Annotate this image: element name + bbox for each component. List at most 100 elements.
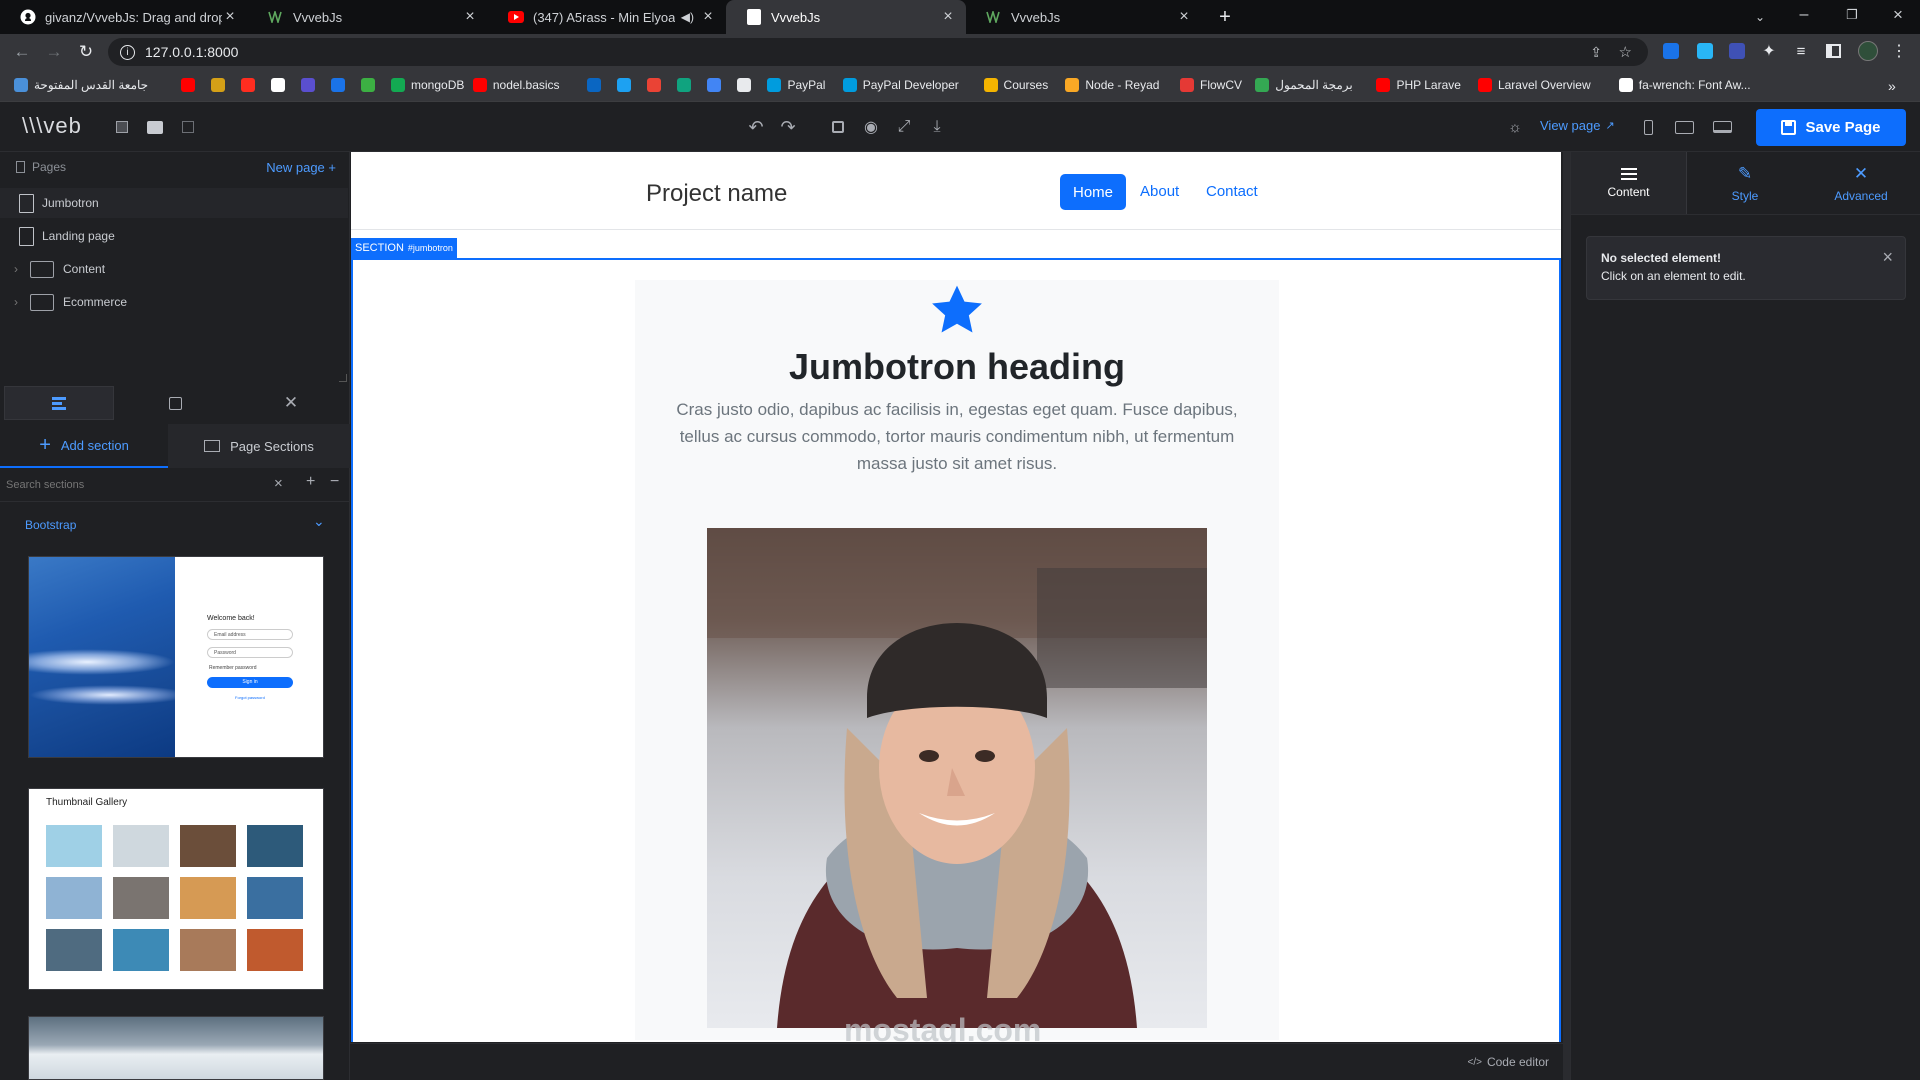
speaker-icon[interactable]: ◀) (681, 10, 694, 24)
side-panel-icon[interactable] (1822, 40, 1844, 62)
toggle-file-manager-icon[interactable] (145, 118, 165, 136)
close-tab-icon[interactable]: × (700, 8, 716, 26)
reading-list-icon[interactable]: ≡ (1790, 40, 1812, 62)
chevron-right-icon[interactable]: › (14, 295, 18, 309)
site-brand[interactable]: Project name (646, 180, 787, 208)
page-item[interactable]: Jumbotron (0, 188, 348, 218)
designer-mode-icon[interactable] (826, 115, 850, 139)
close-tab-icon[interactable]: × (462, 8, 478, 26)
jumbotron-lead[interactable]: Cras justo odio, dapibus ac facilisis in… (655, 396, 1259, 477)
close-tab-icon[interactable]: × (940, 8, 956, 26)
download-icon[interactable]: ⤓ (925, 115, 949, 139)
theme-sun-icon[interactable]: ☼ (1503, 115, 1527, 139)
share-icon[interactable]: ⇪ (1590, 44, 1602, 61)
nav-contact-link[interactable]: Contact (1206, 183, 1258, 200)
page-item[interactable]: › Content (0, 254, 348, 284)
tools-tab[interactable]: ✕ (236, 386, 346, 420)
undo-icon[interactable]: ↶ (744, 115, 768, 139)
bookmark-item[interactable] (737, 78, 757, 92)
resize-handle[interactable] (339, 374, 347, 382)
forward-icon[interactable]: → (42, 40, 66, 64)
bookmark-item[interactable]: nodel.basics (472, 78, 560, 92)
close-tab-icon[interactable]: × (222, 8, 238, 26)
info-icon[interactable]: i (120, 44, 135, 60)
bookmark-item[interactable]: برمجة المحمول (1255, 78, 1353, 92)
bookmark-item[interactable]: Laravel Overview (1477, 78, 1591, 92)
save-page-button[interactable]: Save Page (1756, 109, 1906, 146)
new-tab-icon[interactable]: + (1212, 6, 1238, 28)
nav-about-link[interactable]: About (1140, 183, 1179, 200)
thumbnail-gallery-thumbnail[interactable]: Thumbnail Gallery (28, 788, 324, 990)
browser-tab[interactable]: VvvebJs × (966, 0, 1202, 34)
jumbotron-heading[interactable]: Jumbotron heading (635, 346, 1279, 388)
bookmark-item[interactable]: PHP Larave (1376, 78, 1461, 92)
bookmark-item[interactable] (331, 78, 351, 92)
star-icon[interactable] (928, 282, 986, 340)
page-sections-tab[interactable]: Page Sections (168, 424, 350, 468)
menu-icon[interactable]: ⋮ (1888, 40, 1910, 62)
bookmark-item[interactable]: PayPal (767, 78, 825, 92)
search-sections-input[interactable] (6, 476, 266, 494)
desktop-view-icon[interactable] (1708, 115, 1736, 139)
add-section-tab[interactable]: + Add section (0, 424, 168, 468)
puzzle-icon[interactable]: ✦ (1758, 40, 1780, 62)
new-page-button[interactable]: New page + (266, 160, 336, 175)
close-window-icon[interactable]: × (1886, 4, 1910, 26)
bookmark-item[interactable]: جامعة القدس المفتوحة (14, 78, 148, 92)
bookmark-item[interactable] (647, 78, 667, 92)
browser-tab[interactable]: (347) A5rass - Min Elyoam (C ◀) × (488, 0, 726, 34)
canvas-scrollbar[interactable] (1563, 152, 1570, 1080)
bookmark-item[interactable]: Node - Reyad (1065, 78, 1159, 92)
url-field[interactable]: i 127.0.0.1:8000 ⇪ ☆ (108, 38, 1648, 66)
toggle-right-panel-icon[interactable] (178, 118, 198, 136)
tab-search-icon[interactable]: ⌄ (1748, 6, 1772, 28)
browser-tab[interactable]: givanz/VvvebJs: Drag and drop w × (0, 0, 248, 34)
minimize-icon[interactable]: – (1792, 4, 1816, 26)
bookmark-item[interactable]: fa-wrench: Font Aw... (1618, 78, 1751, 92)
page-iframe[interactable]: Project name Home About Contact SECTION … (351, 152, 1561, 1042)
bookmark-item[interactable] (587, 78, 607, 92)
bookmark-item[interactable] (677, 78, 697, 92)
tab-advanced[interactable]: ✕ Advanced (1803, 152, 1919, 214)
bookmark-item[interactable] (211, 78, 231, 92)
bookmark-item[interactable] (241, 78, 261, 92)
components-tab[interactable] (120, 386, 230, 420)
chevron-right-icon[interactable]: › (14, 262, 18, 276)
close-tab-icon[interactable]: × (1176, 8, 1192, 26)
bookmark-item[interactable] (181, 78, 201, 92)
tablet-view-icon[interactable] (1670, 115, 1698, 139)
jumbotron-photo[interactable] (707, 528, 1207, 1028)
tab-content[interactable]: Content (1571, 152, 1687, 214)
toggle-left-panel-icon[interactable] (112, 118, 132, 136)
collapse-all-icon[interactable]: − (330, 473, 339, 491)
bookmark-item[interactable]: Courses (983, 78, 1048, 92)
restore-icon[interactable]: ❐ (1840, 4, 1864, 26)
more-bookmarks-icon[interactable]: » (1888, 78, 1896, 94)
extension-icon[interactable] (1694, 40, 1716, 62)
reload-icon[interactable]: ↻ (74, 40, 98, 64)
sections-tab[interactable] (4, 386, 114, 420)
bookmark-item[interactable]: PayPal Developer (842, 78, 959, 92)
code-editor-button[interactable]: </> Code editor (1467, 1055, 1549, 1069)
preview-eye-icon[interactable]: ◉ (859, 115, 883, 139)
expand-all-icon[interactable]: + (306, 473, 315, 491)
close-alert-icon[interactable]: × (1882, 247, 1893, 268)
extension-icon[interactable] (1660, 40, 1682, 62)
bookmark-item[interactable] (361, 78, 381, 92)
extension-icon[interactable] (1726, 40, 1748, 62)
jumbotron-container[interactable]: Jumbotron heading Cras justo odio, dapib… (635, 280, 1279, 1040)
mountain-section-thumbnail[interactable] (28, 1016, 324, 1080)
browser-tab[interactable]: VvvebJs × (248, 0, 488, 34)
bootstrap-group-header[interactable]: Bootstrap ⌄ (0, 512, 348, 536)
nav-home-button[interactable]: Home (1060, 174, 1126, 210)
mobile-view-icon[interactable] (1636, 115, 1660, 139)
redo-icon[interactable]: ↷ (776, 115, 800, 139)
bookmark-item[interactable] (707, 78, 727, 92)
tab-style[interactable]: ✎ Style (1687, 152, 1803, 214)
page-item[interactable]: › Ecommerce (0, 287, 348, 317)
view-page-link[interactable]: View page ↗ (1540, 118, 1615, 133)
profile-avatar[interactable] (1856, 39, 1880, 63)
bookmark-item[interactable] (301, 78, 321, 92)
bookmark-item[interactable] (271, 78, 291, 92)
bookmark-item[interactable]: mongoDB (391, 78, 464, 92)
